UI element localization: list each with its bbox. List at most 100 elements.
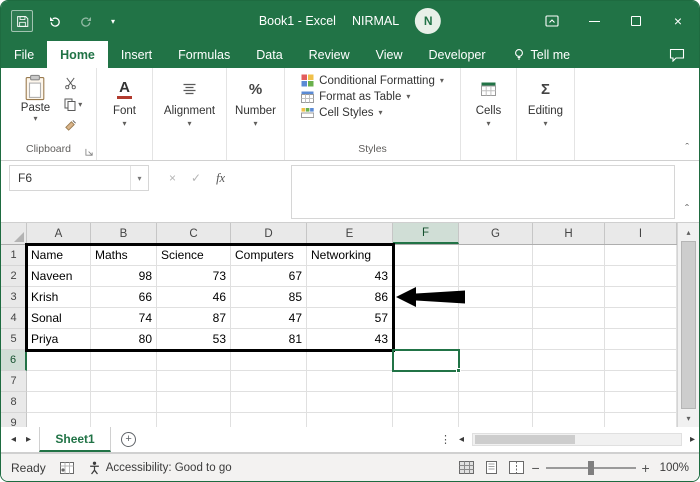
cell-H7[interactable] [533,371,605,392]
cell-I8[interactable] [605,392,677,413]
cell-A2[interactable]: Naveen [27,266,91,287]
sheetbar-splitter-icon[interactable]: ⋮ [440,433,451,446]
row-header-2[interactable]: 2 [1,266,27,287]
clipboard-dialog-launcher[interactable] [85,148,94,157]
user-name[interactable]: NIRMAL [352,14,399,28]
formula-input[interactable] [291,165,675,219]
column-header-F[interactable]: F [393,223,459,244]
cell-A9[interactable] [27,413,91,427]
cell-H3[interactable] [533,287,605,308]
cell-D7[interactable] [231,371,307,392]
cell-I6[interactable] [605,350,677,371]
column-header-G[interactable]: G [459,223,533,244]
cell-G3[interactable] [459,287,533,308]
column-header-A[interactable]: A [27,223,91,244]
cell-F2[interactable] [393,266,459,287]
cut-button[interactable] [64,76,82,91]
cell-B8[interactable] [91,392,157,413]
cell-C7[interactable] [157,371,231,392]
column-header-B[interactable]: B [91,223,157,244]
cell-I7[interactable] [605,371,677,392]
cell-C8[interactable] [157,392,231,413]
cell-C1[interactable]: Science [157,245,231,266]
zoom-in-button[interactable]: + [638,460,654,476]
page-layout-view-button[interactable] [484,461,499,474]
cell-E2[interactable]: 43 [307,266,393,287]
name-box[interactable]: F6 ▾ [9,165,149,191]
editing-group-button[interactable]: Σ Editing ▾ [517,68,575,160]
cell-I9[interactable] [605,413,677,427]
zoom-slider[interactable] [546,461,636,475]
cell-I4[interactable] [605,308,677,329]
formula-bar-collapse-button[interactable]: ˆ [678,202,696,216]
cell-E5[interactable]: 43 [307,329,393,350]
sheet-tab-sheet1[interactable]: Sheet1 [39,427,111,452]
cell-F8[interactable] [393,392,459,413]
cell-C4[interactable]: 87 [157,308,231,329]
row-header-4[interactable]: 4 [1,308,27,329]
cell-I5[interactable] [605,329,677,350]
avatar[interactable]: N [415,8,441,34]
cell-A6[interactable] [27,350,91,371]
cell-D5[interactable]: 81 [231,329,307,350]
horizontal-scrollbar-thumb[interactable] [475,435,575,444]
scroll-up-icon[interactable]: ▴ [678,224,699,240]
cell-A7[interactable] [27,371,91,392]
maximize-button[interactable] [615,1,657,41]
cell-H9[interactable] [533,413,605,427]
cell-H1[interactable] [533,245,605,266]
cell-B6[interactable] [91,350,157,371]
insert-function-button[interactable]: fx [216,171,225,186]
cell-I3[interactable] [605,287,677,308]
cell-E1[interactable]: Networking [307,245,393,266]
tell-me-box[interactable]: Tell me [513,41,571,68]
next-sheet-button[interactable]: ▸ [26,434,31,445]
cell-G5[interactable] [459,329,533,350]
row-header-9[interactable]: 9 [1,413,27,427]
cell-G6[interactable] [459,350,533,371]
cell-B5[interactable]: 80 [91,329,157,350]
format-painter-button[interactable] [64,118,82,133]
row-header-1[interactable]: 1 [1,245,27,266]
cell-C9[interactable] [157,413,231,427]
column-header-H[interactable]: H [533,223,605,244]
select-all-button[interactable] [1,223,27,244]
cell-F6[interactable] [393,350,459,371]
row-header-6[interactable]: 6 [1,350,27,371]
cell-B7[interactable] [91,371,157,392]
minimize-button[interactable] [573,1,615,41]
cell-D4[interactable]: 47 [231,308,307,329]
cell-E9[interactable] [307,413,393,427]
cell-I1[interactable] [605,245,677,266]
cell-H2[interactable] [533,266,605,287]
cell-E3[interactable]: 86 [307,287,393,308]
undo-button[interactable] [43,10,65,32]
row-header-3[interactable]: 3 [1,287,27,308]
cell-C2[interactable]: 73 [157,266,231,287]
cell-A8[interactable] [27,392,91,413]
tab-insert[interactable]: Insert [108,41,165,68]
zoom-thumb[interactable] [588,461,594,475]
column-header-D[interactable]: D [231,223,307,244]
cell-D6[interactable] [231,350,307,371]
cell-F7[interactable] [393,371,459,392]
name-box-dropdown-icon[interactable]: ▾ [130,166,148,190]
accessibility-status[interactable]: Accessibility: Good to go [88,461,232,475]
ribbon-display-options-button[interactable] [531,1,573,41]
cell-E4[interactable]: 57 [307,308,393,329]
cell-H8[interactable] [533,392,605,413]
cell-F3[interactable] [393,287,459,308]
alignment-group-button[interactable]: Alignment ▾ [153,68,227,160]
scroll-left-button[interactable]: ◂ [459,434,464,445]
cell-B2[interactable]: 98 [91,266,157,287]
scroll-down-icon[interactable]: ▾ [678,410,699,426]
cell-D2[interactable]: 67 [231,266,307,287]
tab-file[interactable]: File [1,41,47,68]
cell-C5[interactable]: 53 [157,329,231,350]
copy-button[interactable]: ▾ [64,97,82,112]
cell-G9[interactable] [459,413,533,427]
cell-G7[interactable] [459,371,533,392]
vertical-scrollbar[interactable]: ▴ ▾ [677,223,699,427]
cell-D9[interactable] [231,413,307,427]
tab-formulas[interactable]: Formulas [165,41,243,68]
